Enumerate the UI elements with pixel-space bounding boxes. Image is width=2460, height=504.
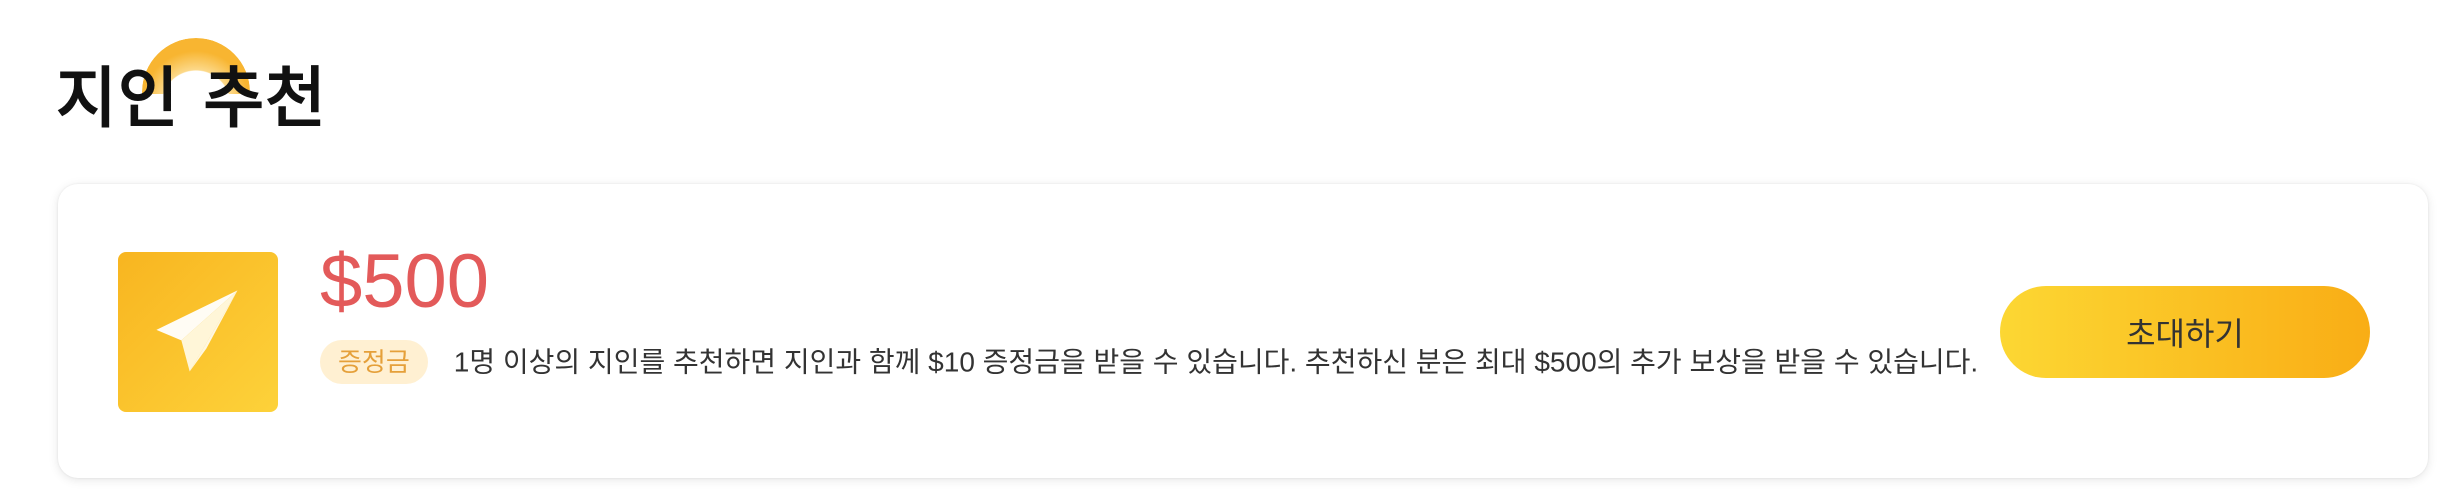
referral-description: 증정금 1명 이상의 지인를 추천하면 지인과 함께 $10 증정금을 받을 수 … xyxy=(320,340,2050,386)
bonus-badge: 증정금 xyxy=(320,340,428,384)
description-text: 1명 이상의 지인를 추천하면 지인과 함께 $10 증정금을 받을 수 있습니… xyxy=(453,346,1979,378)
invite-button[interactable]: 초대하기 xyxy=(2000,286,2370,378)
page-header: 지인 추천 xyxy=(56,38,376,158)
page: 지인 추천 $500 증정금 1명 이상의 지인를 추천하면 지인과 함께 $10… xyxy=(0,0,2460,504)
page-title: 지인 추천 xyxy=(56,60,327,137)
referral-card: $500 증정금 1명 이상의 지인를 추천하면 지인과 함께 $10 증정금을 … xyxy=(58,184,2428,478)
reward-amount: $500 xyxy=(320,239,490,324)
paper-plane-icon-glyph xyxy=(156,290,238,372)
paper-plane-icon xyxy=(118,252,278,412)
